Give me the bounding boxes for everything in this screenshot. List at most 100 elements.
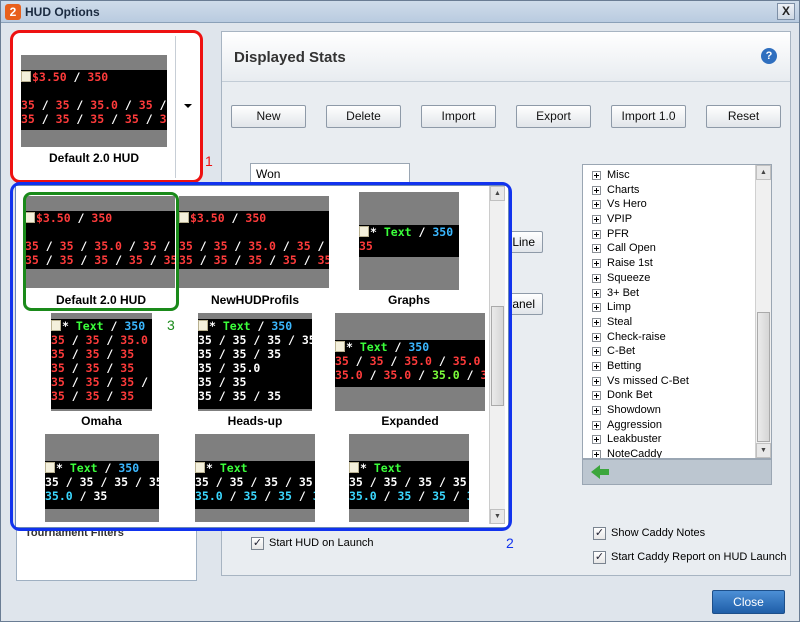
expand-plus-icon[interactable] [592, 317, 601, 327]
expand-plus-icon[interactable] [592, 171, 601, 180]
help-icon[interactable]: ? [761, 48, 777, 64]
stats-tree-item-label: Charts [607, 183, 640, 196]
expand-plus-icon[interactable] [592, 332, 601, 342]
stats-tree-item[interactable]: Aggression [583, 418, 755, 433]
stats-tree-item[interactable]: Donk Bet [583, 388, 755, 403]
stats-tree-item-label: Leakbuster [607, 433, 662, 446]
title-bar: 2 HUD Options X [1, 1, 799, 23]
hud-stat-text: 35 [90, 112, 105, 126]
import-button[interactable]: Import [421, 105, 496, 128]
combobox-divider [175, 36, 176, 178]
expand-plus-icon[interactable] [592, 215, 601, 225]
stats-tree-item-label: NoteCaddy [607, 448, 663, 459]
stats-tree-item-label: Check-raise [607, 330, 666, 343]
expand-plus-icon[interactable] [592, 391, 601, 401]
stats-tree-item[interactable]: Betting [583, 359, 755, 374]
dropdown-arrow-icon[interactable] [184, 104, 192, 108]
hud-line [21, 84, 167, 98]
stats-tree-item[interactable]: Misc [583, 168, 755, 183]
stats-tree-item-label: C-Bet [607, 345, 636, 358]
stats-tree-item-label: 3+ Bet [607, 286, 640, 299]
hud-stat-text: / [138, 112, 160, 126]
hud-stat-text: / [34, 112, 56, 126]
hud-stat-text: / [159, 98, 167, 112]
stats-tree-item[interactable]: Check-raise [583, 330, 755, 345]
expand-plus-icon[interactable] [592, 435, 601, 445]
stats-tree-item[interactable]: Showdown [583, 403, 755, 418]
stats-tree-item-label: Aggression [607, 418, 663, 431]
stats-tree-item[interactable]: 3+ Bet [583, 286, 755, 301]
stats-tree-item[interactable]: Call Open [583, 241, 755, 256]
hud-stat-text: / [69, 98, 91, 112]
highlight-dropdown-list [10, 182, 512, 531]
checkbox-label: Start Caddy Report on HUD Launch [611, 551, 787, 563]
checkbox-box[interactable]: ✓ [593, 527, 606, 540]
new-button[interactable]: New [231, 105, 306, 128]
stats-tree-item-label: Squeeze [607, 271, 651, 284]
stats-tree-item-label: Call Open [607, 242, 656, 255]
expand-plus-icon[interactable] [592, 288, 601, 298]
selected-profile-name: Default 2.0 HUD [48, 151, 140, 165]
window-title: HUD Options [25, 5, 100, 19]
stats-tree-item[interactable]: Raise 1st [583, 256, 755, 271]
stats-tree-item[interactable]: Steal [583, 315, 755, 330]
scroll-up-arrow-icon[interactable]: ▲ [756, 165, 771, 180]
expand-plus-icon[interactable] [592, 273, 601, 283]
stats-tree-item[interactable]: NoteCaddy [583, 447, 755, 459]
hud-line: $3.50 / 350 [21, 70, 167, 84]
stats-tree-item-label: Steal [607, 315, 633, 328]
close-button[interactable]: Close [712, 590, 785, 614]
stats-tree-item[interactable]: C-Bet [583, 344, 755, 359]
stats-tree-item-label: VPIP [607, 213, 633, 226]
stats-tree-item[interactable]: PFR [583, 227, 755, 242]
stats-tree-item[interactable]: Limp [583, 300, 755, 315]
stats-tree-item-label: Raise 1st [607, 257, 653, 270]
expand-plus-icon[interactable] [592, 185, 601, 195]
checkbox-label: Start HUD on Launch [269, 537, 374, 549]
selected-profile-hud: $3.50 / 350 35 / 35 / 35.0 / 35 / 35 / 35… [21, 70, 167, 130]
stats-tree-items: Misc Charts Vs Hero VPIP PFR Call Open Raise 1… [583, 168, 755, 459]
import-1-0-button[interactable]: Import 1.0 [611, 105, 686, 128]
hud-stat-text: 35 [21, 98, 35, 112]
stats-tree-scrollbar[interactable]: ▲ ▼ [755, 165, 771, 458]
stats-tree-footer [582, 459, 772, 485]
export-button[interactable]: Export [516, 105, 591, 128]
move-left-arrow-tail[interactable] [599, 469, 609, 475]
annotation-2: 2 [506, 535, 514, 551]
hud-stat-text: 35 [55, 98, 70, 112]
checkbox-box[interactable]: ✓ [251, 537, 264, 550]
scroll-down-arrow-icon[interactable]: ▼ [756, 443, 771, 458]
expand-plus-icon[interactable] [592, 376, 601, 386]
expand-plus-icon[interactable] [592, 406, 601, 415]
expand-plus-icon[interactable] [592, 229, 601, 239]
checkbox-box[interactable]: ✓ [593, 551, 606, 564]
stats-tree-item[interactable]: Squeeze [583, 271, 755, 286]
expand-plus-icon[interactable] [592, 361, 601, 371]
scroll-thumb[interactable] [757, 312, 770, 442]
expand-plus-icon[interactable] [592, 420, 601, 430]
checkbox-label: Show Caddy Notes [611, 527, 706, 539]
stats-tree-item[interactable]: VPIP [583, 212, 755, 227]
displayed-stats-title: Displayed Stats [234, 49, 346, 66]
expand-plus-icon[interactable] [592, 347, 601, 357]
stats-tree-item[interactable]: Vs Hero [583, 197, 755, 212]
stats-tree-item-label: Showdown [607, 404, 661, 416]
expand-plus-icon[interactable] [592, 450, 601, 458]
stats-tree-item[interactable]: Leakbuster [583, 432, 755, 447]
window-close-button[interactable]: X [777, 3, 795, 20]
delete-button[interactable]: Delete [326, 105, 401, 128]
stats-tree-item-label: Donk Bet [607, 389, 653, 402]
note-icon [21, 71, 31, 82]
hud-stat-text: / [117, 98, 139, 112]
hud-options-window: 2 HUD Options X Tournament Filters Displ… [0, 0, 800, 622]
reset-button[interactable]: Reset [706, 105, 781, 128]
expand-plus-icon[interactable] [592, 259, 601, 269]
stats-tree-item[interactable]: Charts [583, 183, 755, 198]
hud-stat-text: / [34, 98, 56, 112]
stats-tree-item-label: Limp [607, 301, 631, 314]
expand-plus-icon[interactable] [592, 244, 601, 254]
stats-tree-item[interactable]: Vs missed C-Bet [583, 374, 755, 389]
expand-plus-icon[interactable] [592, 200, 601, 210]
stats-tree-item-label: Vs Hero [607, 198, 647, 211]
expand-plus-icon[interactable] [592, 303, 601, 313]
